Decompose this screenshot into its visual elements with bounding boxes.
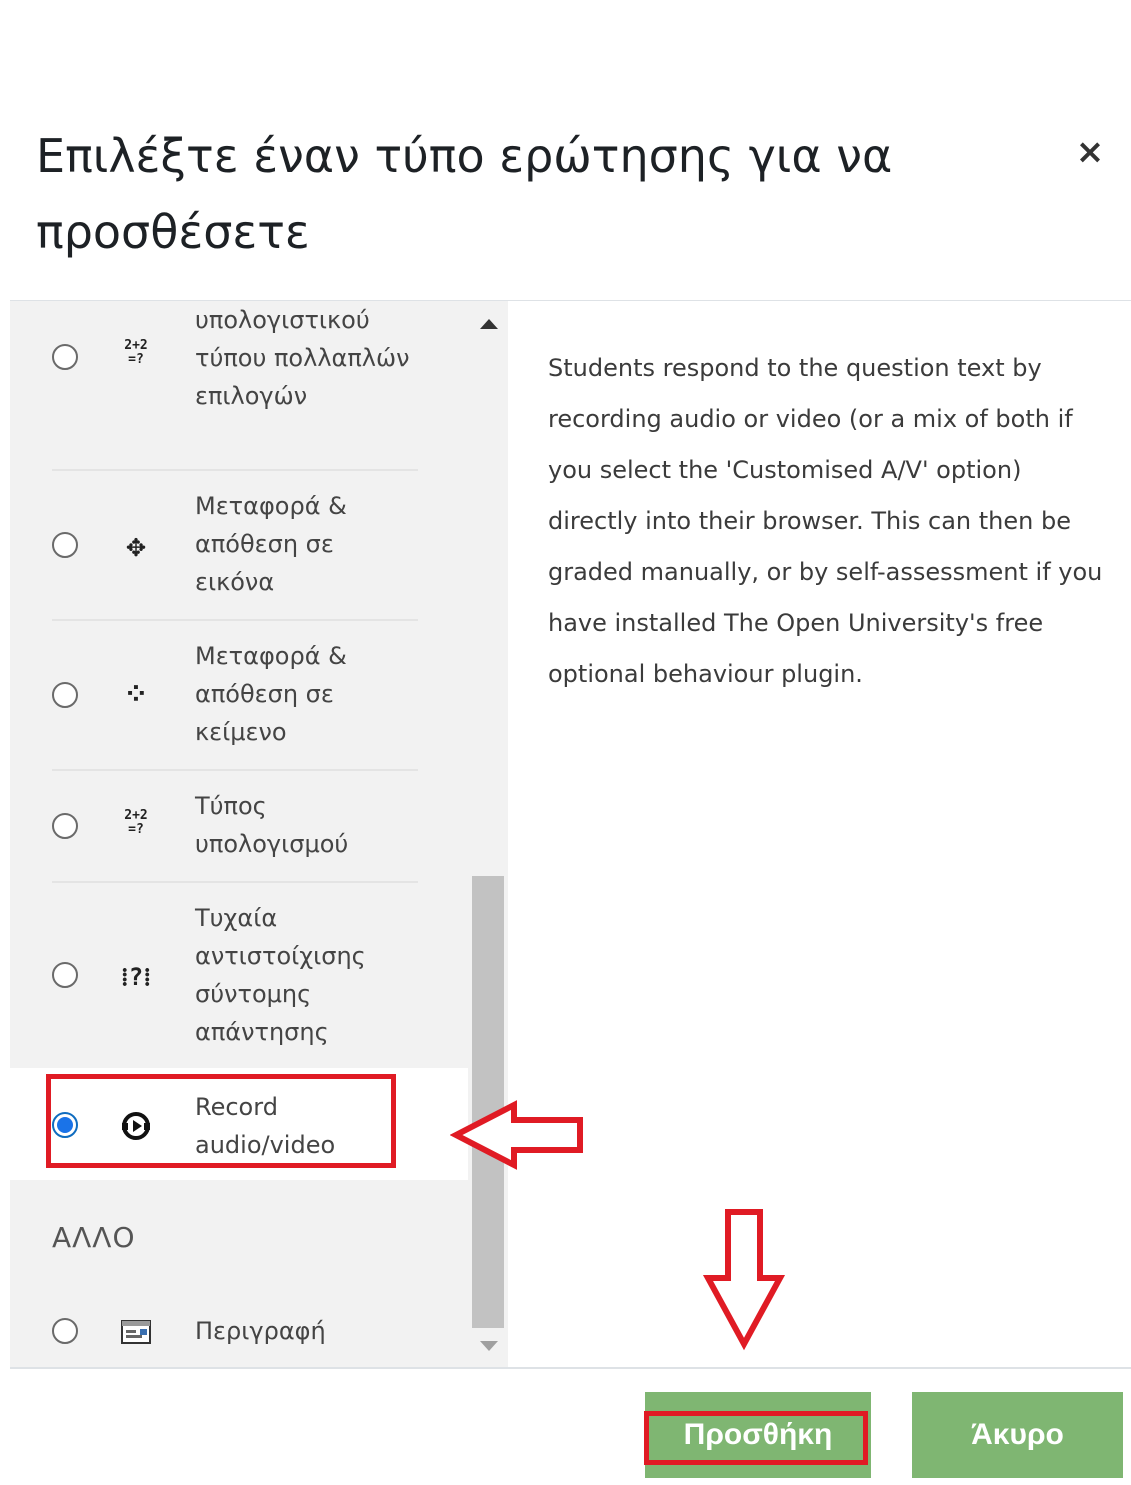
radio-button[interactable] <box>52 682 78 708</box>
option-label: Τύπος υπολογισμού <box>195 792 349 858</box>
question-type-description: Students respond to the question text by… <box>548 354 1103 688</box>
add-button[interactable]: Προσθήκη <box>645 1392 871 1478</box>
option-label: Record audio/video <box>195 1093 336 1159</box>
description-icon <box>116 1313 156 1353</box>
option-label: Μεταφορά & απόθεση σε κείμενο <box>195 642 347 746</box>
radio-button[interactable] <box>52 344 78 370</box>
scroll-up-arrow-icon[interactable] <box>480 319 498 329</box>
option-label: υπολογιστικού τύπου πολλαπλών επιλογών <box>195 306 410 410</box>
radio-button-selected[interactable] <box>52 1112 78 1138</box>
scrollbar[interactable] <box>470 313 506 1359</box>
option-label: Περιγραφή <box>195 1317 326 1345</box>
down-arrow-annotation <box>702 1209 786 1351</box>
record-audio-video-icon <box>116 1106 156 1146</box>
scroll-down-arrow-icon[interactable] <box>480 1341 498 1351</box>
radio-button[interactable] <box>52 962 78 988</box>
option-random-short-answer-matching[interactable]: ⁞?⁞ Τυχαία αντιστοίχισης σύντομης απάντη… <box>10 883 468 1068</box>
option-record-audio-video[interactable]: Record audio/video <box>10 1068 468 1180</box>
option-drag-drop-text[interactable]: ⁘ Μεταφορά & απόθεση σε κείμενο <box>10 621 468 769</box>
question-type-list[interactable]: 2+2 =? υπολογιστικού τύπου πολλαπλών επιλ… <box>10 301 508 1367</box>
dialog-title: Επιλέξτε έναν τύπο ερώτησης για να προσθ… <box>36 129 893 259</box>
calculated-multichoice-icon: 2+2 =? <box>124 338 148 367</box>
scrollbar-thumb[interactable] <box>472 876 504 1328</box>
close-icon[interactable]: × <box>1072 134 1108 170</box>
option-calculated[interactable]: 2+2 =? Τύπος υπολογισμού <box>10 771 468 881</box>
option-label: Τυχαία αντιστοίχισης σύντομης απάντησης <box>195 904 366 1046</box>
calculated-icon: 2+2 =? <box>124 808 148 837</box>
section-heading-other: ΑΛΛΟ <box>52 1221 136 1254</box>
radio-button[interactable] <box>52 813 78 839</box>
option-label: Μεταφορά & απόθεση σε εικόνα <box>195 492 347 596</box>
footer-divider <box>10 1367 1131 1369</box>
drag-drop-text-icon: ⁘ <box>123 677 149 712</box>
drag-drop-image-icon: ✥ <box>126 526 146 564</box>
option-calculated-multichoice[interactable]: 2+2 =? υπολογιστικού τύπου πολλαπλών επιλ… <box>10 301 468 469</box>
radio-button[interactable] <box>52 1318 78 1344</box>
random-short-answer-matching-icon: ⁞?⁞ <box>120 963 152 991</box>
option-description[interactable]: Περιγραφή <box>10 1301 468 1361</box>
option-drag-drop-image[interactable]: ✥ Μεταφορά & απόθεση σε εικόνα <box>10 471 468 619</box>
radio-button[interactable] <box>52 532 78 558</box>
cancel-button[interactable]: Άκυρο <box>912 1392 1123 1478</box>
